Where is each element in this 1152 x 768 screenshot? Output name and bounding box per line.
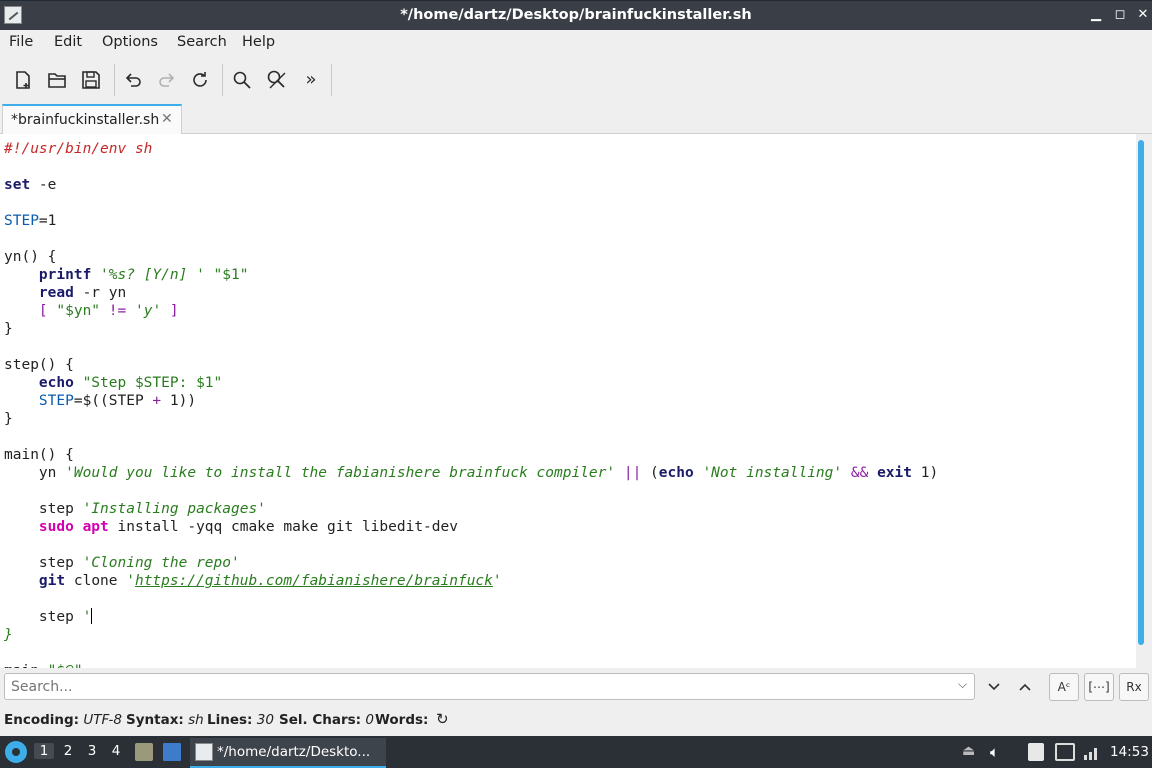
find-replace-icon[interactable] <box>263 66 291 94</box>
code-line-5: STEP=1 <box>4 213 57 229</box>
workspace-4[interactable]: 4 <box>106 743 126 759</box>
text-caret <box>91 608 93 624</box>
code-line-7: yn() { <box>4 249 57 265</box>
taskbar: 1 2 3 4 */home/dartz/Deskto... ⏏ 🔈︎ 14:5… <box>0 736 1152 768</box>
file-manager-icon[interactable] <box>135 743 153 761</box>
lines-status: Lines: 30 <box>207 712 274 728</box>
text-editor-icon <box>195 743 213 761</box>
toolbar: » <box>0 58 1152 102</box>
search-input[interactable] <box>11 677 941 697</box>
syntax-status: Syntax: sh <box>126 712 204 728</box>
whole-word-button[interactable]: [⋯] <box>1084 673 1114 701</box>
code-line-16: } <box>4 411 13 427</box>
code-line-8: printf '%s? [Y/n] ' "$1" <box>38 267 249 283</box>
search-bar: ⌵ Aᶜ [⋯] Rx <box>0 668 1152 706</box>
save-icon[interactable] <box>77 66 105 94</box>
code-line-27: step ' <box>38 608 93 625</box>
menu-search[interactable]: Search <box>177 34 227 50</box>
code-line-25: git clone 'https://github.com/fabianishe… <box>38 573 502 589</box>
display-icon[interactable] <box>1055 743 1075 761</box>
vertical-scrollbar[interactable] <box>1137 140 1147 645</box>
code-line-15: STEP=$((STEP + 1)) <box>38 393 197 409</box>
close-tab-icon[interactable]: ✕ <box>161 111 173 127</box>
workspace-1[interactable]: 1 <box>34 743 54 759</box>
more-tools-icon[interactable]: » <box>297 66 325 94</box>
match-case-button[interactable]: Aᶜ <box>1049 673 1079 701</box>
workspace-3[interactable]: 3 <box>82 743 102 759</box>
url-link[interactable]: https://github.com/fabianishere/brainfuc… <box>135 573 493 589</box>
scrollbar-thumb[interactable] <box>1138 140 1144 645</box>
minimize-icon[interactable]: ▁ <box>1087 6 1105 24</box>
tab-bar: *brainfuckinstaller.sh ✕ <box>0 102 1152 135</box>
window-titlebar: */home/dartz/Desktop/brainfuckinstaller.… <box>0 0 1152 30</box>
menu-options[interactable]: Options <box>102 34 158 50</box>
code-line-22: sudo apt install -yqq cmake make git lib… <box>38 519 458 535</box>
code-line-11: } <box>4 321 13 337</box>
find-icon[interactable] <box>228 66 256 94</box>
volume-icon[interactable]: 🔈︎ <box>990 743 1008 761</box>
code-line-24: step 'Cloning the repo' <box>38 555 240 571</box>
code-line-14: echo "Step $STEP: $1" <box>38 375 223 391</box>
status-bar: Encoding: UTF-8 Syntax: sh Lines: 30 Sel… <box>0 706 1152 734</box>
code-line-3: set -e <box>4 177 57 193</box>
toolbar-separator <box>114 64 115 96</box>
regex-button[interactable]: Rx <box>1119 673 1149 701</box>
find-previous-icon[interactable] <box>1013 675 1037 699</box>
menubar: File Edit Options Search Help <box>0 30 1152 56</box>
code-editor[interactable]: #!/usr/bin/env sh set -e STEP=1 yn() { p… <box>0 134 1136 668</box>
menu-file[interactable]: File <box>9 34 33 50</box>
undo-icon[interactable] <box>119 66 147 94</box>
clipboard-icon[interactable] <box>1028 743 1044 761</box>
menu-edit[interactable]: Edit <box>54 34 82 50</box>
code-line-18: main() { <box>4 447 74 463</box>
eject-icon[interactable]: ⏏ <box>962 743 980 761</box>
code-line-10: [ "$yn" != 'y' ] <box>38 303 179 319</box>
menu-help[interactable]: Help <box>242 34 275 50</box>
code-line-9: read -r yn <box>38 285 127 301</box>
network-icon[interactable] <box>1083 743 1101 761</box>
new-file-icon[interactable] <box>9 66 37 94</box>
reload-icon[interactable] <box>186 66 214 94</box>
tab-label: *brainfuckinstaller.sh <box>11 112 160 128</box>
start-menu-icon[interactable] <box>5 741 27 763</box>
toolbar-separator <box>222 64 223 96</box>
redo-icon[interactable] <box>153 66 181 94</box>
maximize-icon[interactable]: ◻ <box>1111 6 1129 24</box>
taskbar-window-button[interactable]: */home/dartz/Deskto... <box>190 738 386 768</box>
search-field[interactable]: ⌵ <box>4 673 975 700</box>
refresh-words-icon[interactable]: ↻ <box>436 710 449 728</box>
task-label: */home/dartz/Deskto... <box>217 744 371 760</box>
code-line-1: #!/usr/bin/env sh <box>4 141 153 157</box>
encoding-status: Encoding: UTF-8 <box>4 712 122 728</box>
selchars-status: Sel. Chars: 0 <box>279 712 374 728</box>
find-next-icon[interactable] <box>982 675 1006 699</box>
window-title: */home/dartz/Desktop/brainfuckinstaller.… <box>400 7 752 23</box>
words-status: Words: <box>375 712 429 728</box>
code-line-28: } <box>4 627 13 643</box>
search-history-dropdown-icon[interactable]: ⌵ <box>958 677 967 692</box>
code-line-21: step 'Installing packages' <box>38 501 266 517</box>
code-line-19: yn 'Would you like to install the fabian… <box>38 465 939 481</box>
clock: 14:53 <box>1110 744 1149 760</box>
toolbar-separator <box>331 64 332 96</box>
code-line-13: step() { <box>4 357 74 373</box>
workspace-2[interactable]: 2 <box>58 743 78 759</box>
close-icon[interactable]: ✕ <box>1134 6 1152 24</box>
open-file-icon[interactable] <box>43 66 71 94</box>
tab-brainfuckinstaller[interactable]: *brainfuckinstaller.sh ✕ <box>2 104 182 135</box>
show-desktop-icon[interactable] <box>163 743 181 761</box>
